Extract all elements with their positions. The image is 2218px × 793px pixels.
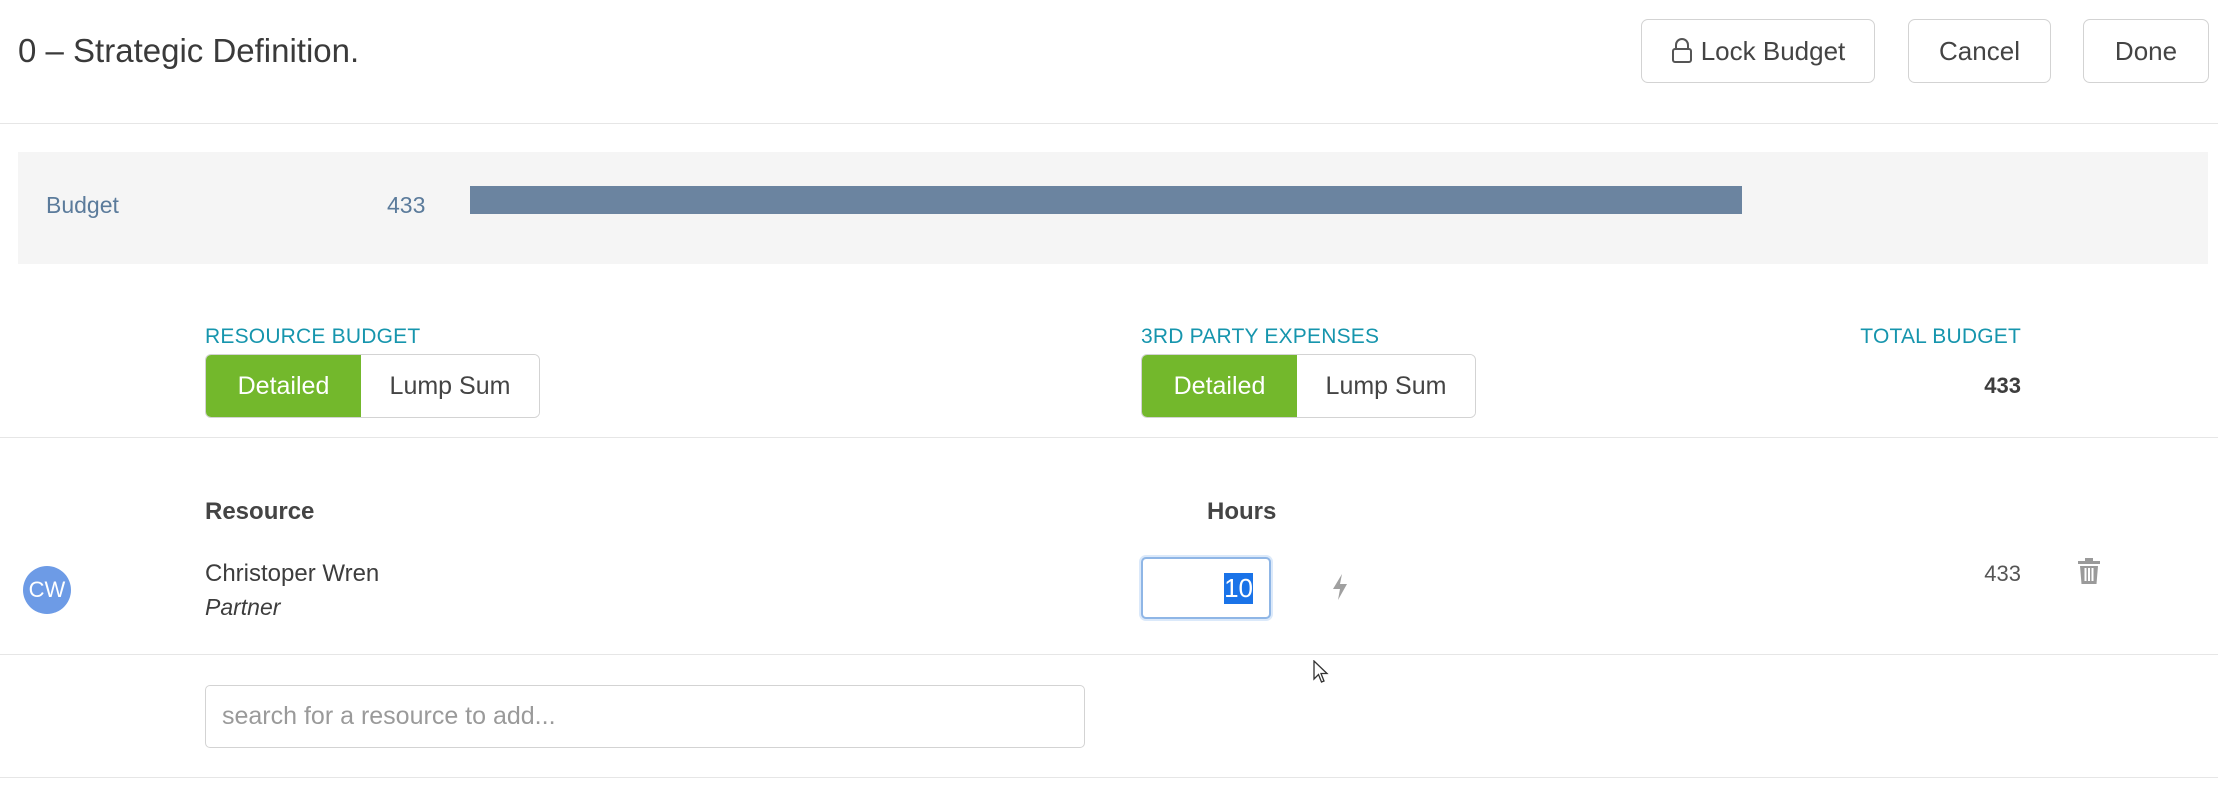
- bolt-icon[interactable]: [1330, 572, 1350, 602]
- hours-column-header: Hours: [1207, 498, 1277, 525]
- resource-detailed-option[interactable]: Detailed: [206, 355, 361, 417]
- cursor-icon: [1313, 660, 1329, 683]
- budget-label: Budget: [46, 192, 119, 218]
- header-divider: [0, 123, 2218, 124]
- third-party-toggle: Detailed Lump Sum: [1141, 354, 1476, 418]
- budget-bar-track: [470, 186, 1742, 214]
- third-party-label: 3RD PARTY EXPENSES: [1141, 325, 1380, 348]
- resource-name: Christoper Wren: [205, 560, 380, 587]
- resource-budget-label: RESOURCE BUDGET: [205, 325, 421, 348]
- resource-lump-sum-option[interactable]: Lump Sum: [361, 355, 539, 417]
- lock-budget-label: Lock Budget: [1700, 35, 1846, 66]
- section-divider: [0, 437, 2218, 438]
- page-title: 0 – Strategic Definition.: [18, 32, 360, 69]
- avatar: CW: [23, 566, 71, 614]
- third-party-lump-sum-option[interactable]: Lump Sum: [1297, 355, 1475, 417]
- resource-budget-toggle: Detailed Lump Sum: [205, 354, 540, 418]
- total-budget-value: 433: [1984, 373, 2021, 398]
- total-budget-label: TOTAL BUDGET: [1860, 325, 2021, 348]
- lock-icon: [1671, 38, 1692, 63]
- hours-input[interactable]: [1141, 557, 1271, 619]
- resource-role: Partner: [205, 594, 281, 620]
- row-divider: [0, 654, 2218, 655]
- resource-column-header: Resource: [205, 498, 315, 525]
- trash-icon[interactable]: [2077, 557, 2101, 585]
- search-resource-input[interactable]: [205, 685, 1085, 748]
- bottom-divider: [0, 777, 2218, 778]
- done-button[interactable]: Done: [2083, 19, 2209, 83]
- lock-budget-button[interactable]: Lock Budget: [1641, 19, 1875, 83]
- third-party-detailed-option[interactable]: Detailed: [1142, 355, 1297, 417]
- budget-bar-fill: [470, 186, 1742, 214]
- row-total: 433: [1984, 561, 2021, 586]
- budget-value: 433: [387, 192, 426, 218]
- cancel-button[interactable]: Cancel: [1908, 19, 2051, 83]
